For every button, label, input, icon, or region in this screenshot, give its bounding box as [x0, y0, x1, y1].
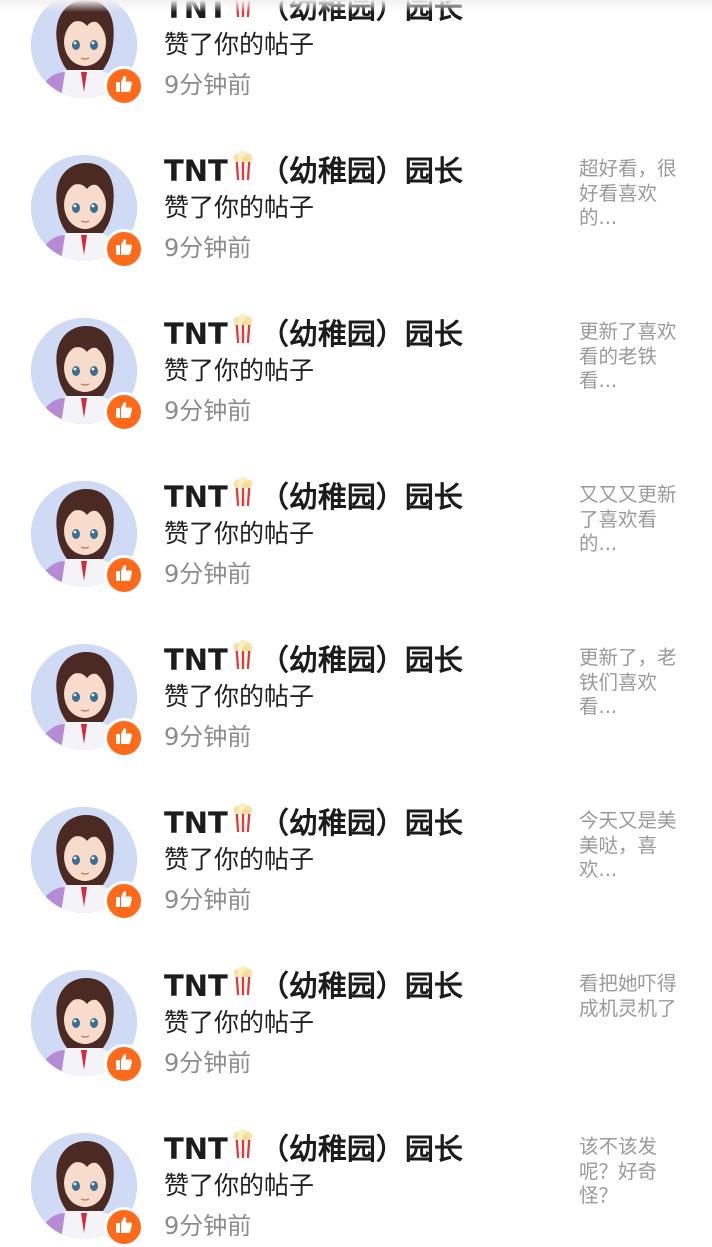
user-name-text: TNT	[164, 642, 228, 677]
action-text: 赞了你的帖子	[164, 519, 315, 548]
user-name-text: TNT	[164, 316, 228, 351]
popcorn-icon	[232, 803, 254, 842]
post-preview[interactable]: 看把她吓得成机灵机了	[579, 972, 687, 1021]
user-name-text: TNT	[164, 1131, 228, 1166]
action-text: 赞了你的帖子	[164, 356, 315, 385]
user-title-text: （幼稚园）园长	[259, 805, 463, 840]
post-preview[interactable]: 更新了喜欢看的老铁看...	[579, 320, 687, 394]
notification-list: TNT （幼稚园）园长 赞了你的帖子 9分钟前 TNT （幼稚园）园长 赞了你的…	[0, 0, 712, 1247]
user-title-text: （幼稚园）园长	[259, 1131, 463, 1166]
timestamp: 9分钟前	[164, 1212, 252, 1240]
user-name[interactable]: TNT （幼稚园）园长	[164, 477, 463, 516]
post-preview[interactable]: 又又又更新了喜欢看的...	[579, 483, 687, 557]
notification-item[interactable]: TNT （幼稚园）园长 赞了你的帖子 9分钟前 今天又是美美哒，喜欢...	[0, 727, 712, 921]
notification-item[interactable]: TNT （幼稚园）园长 赞了你的帖子 9分钟前 超好看，很好看喜欢的...	[0, 75, 712, 269]
action-text: 赞了你的帖子	[164, 193, 315, 222]
popcorn-icon	[232, 640, 254, 679]
action-text: 赞了你的帖子	[164, 1171, 315, 1200]
thumbs-up-icon	[114, 1215, 134, 1239]
user-name-text: TNT	[164, 479, 228, 514]
notification-item[interactable]: TNT （幼稚园）园长 赞了你的帖子 9分钟前 更新了，老铁们喜欢看...	[0, 564, 712, 758]
notification-item[interactable]: TNT （幼稚园）园长 赞了你的帖子 9分钟前 看把她吓得成机灵机了	[0, 890, 712, 1084]
user-name[interactable]: TNT （幼稚园）园长	[164, 803, 463, 842]
post-preview[interactable]: 今天又是美美哒，喜欢...	[579, 809, 687, 883]
post-preview[interactable]: 该不该发呢？好奇怪？	[579, 1135, 687, 1209]
user-title-text: （幼稚园）园长	[259, 316, 463, 351]
action-text: 赞了你的帖子	[164, 682, 315, 711]
like-badge	[104, 1207, 144, 1247]
action-text: 赞了你的帖子	[164, 1008, 315, 1037]
user-name[interactable]: TNT （幼稚园）园长	[164, 640, 463, 679]
popcorn-icon	[232, 151, 254, 190]
user-name[interactable]: TNT （幼稚园）园长	[164, 151, 463, 190]
user-name[interactable]: TNT （幼稚园）园长	[164, 966, 463, 1005]
notification-item[interactable]: TNT （幼稚园）园长 赞了你的帖子 9分钟前 更新了喜欢看的老铁看...	[0, 238, 712, 432]
user-title-text: （幼稚园）园长	[259, 642, 463, 677]
user-name[interactable]: TNT （幼稚园）园长	[164, 314, 463, 353]
user-name[interactable]: TNT （幼稚园）园长	[164, 1129, 463, 1168]
action-text: 赞了你的帖子	[164, 30, 315, 59]
post-preview[interactable]: 超好看，很好看喜欢的...	[579, 157, 687, 231]
top-shadow	[0, 0, 712, 12]
user-name-text: TNT	[164, 968, 228, 1003]
user-name-text: TNT	[164, 153, 228, 188]
user-title-text: （幼稚园）园长	[259, 153, 463, 188]
popcorn-icon	[232, 314, 254, 353]
action-text: 赞了你的帖子	[164, 845, 315, 874]
user-name-text: TNT	[164, 805, 228, 840]
notification-item[interactable]: TNT （幼稚园）园长 赞了你的帖子 9分钟前 又又又更新了喜欢看的...	[0, 401, 712, 595]
popcorn-icon	[232, 966, 254, 1005]
popcorn-icon	[232, 477, 254, 516]
user-title-text: （幼稚园）园长	[259, 479, 463, 514]
popcorn-icon	[232, 1129, 254, 1168]
notification-item[interactable]: TNT （幼稚园）园长 赞了你的帖子 9分钟前 该不该发呢？好奇怪？	[0, 1053, 712, 1247]
user-title-text: （幼稚园）园长	[259, 968, 463, 1003]
post-preview[interactable]: 更新了，老铁们喜欢看...	[579, 646, 687, 720]
